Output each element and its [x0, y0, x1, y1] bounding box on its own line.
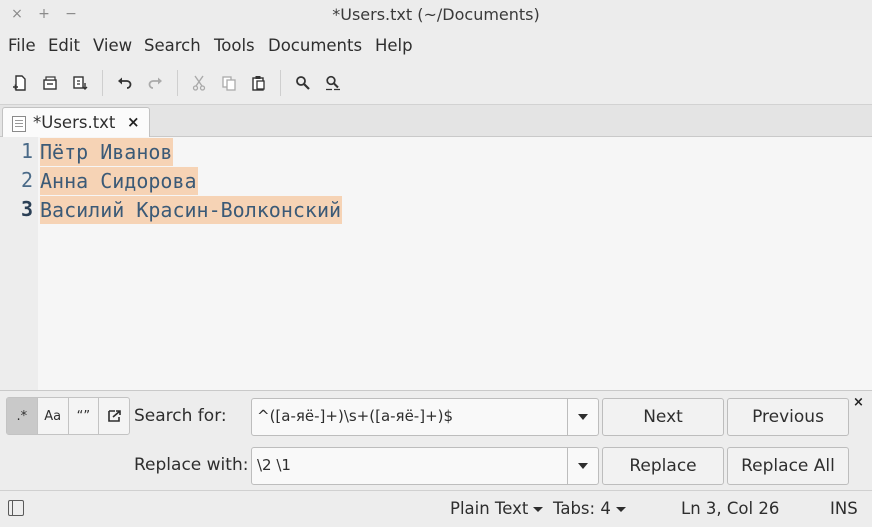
redo-icon[interactable]: [144, 72, 166, 94]
line-number-current: 3: [20, 197, 33, 221]
toolbar-separator: [102, 70, 103, 96]
replace-button[interactable]: Replace: [602, 447, 724, 485]
menu-search[interactable]: Search: [144, 36, 201, 55]
close-search-bar-icon[interactable]: ×: [853, 395, 864, 410]
code-line[interactable]: Василий Красин-Волконский: [40, 196, 343, 224]
insert-mode-indicator: INS: [830, 499, 858, 518]
search-input[interactable]: ^([а-яё-]+)\s+([а-яё-]+)$: [251, 398, 599, 436]
previous-button[interactable]: Previous: [727, 398, 849, 436]
replace-with-label: Replace with:: [134, 455, 249, 475]
toolbar: [0, 62, 872, 105]
search-replace-bar: .* Aa “” Search for: ^([а-яё-]+)\s+([а-я…: [0, 390, 872, 491]
find-icon[interactable]: [292, 72, 314, 94]
toolbar-separator: [177, 70, 178, 96]
next-button[interactable]: Next: [602, 398, 724, 436]
menu-edit[interactable]: Edit: [48, 36, 80, 55]
tab-width-selector[interactable]: Tabs: 4: [553, 499, 626, 518]
search-options: .* Aa “”: [6, 397, 130, 435]
search-history-dropdown[interactable]: [567, 399, 598, 435]
tab-bar: *Users.txt ×: [0, 105, 872, 138]
whole-word-toggle[interactable]: “”: [69, 398, 100, 434]
replace-input[interactable]: \2 \1: [251, 447, 599, 485]
chevron-down-icon: [578, 463, 588, 469]
chevron-down-icon: [533, 507, 544, 512]
cut-icon[interactable]: [188, 72, 210, 94]
code-line[interactable]: Анна Сидорова: [40, 167, 198, 195]
window-title: *Users.txt (~/Documents): [332, 5, 540, 24]
undo-icon[interactable]: [114, 72, 136, 94]
line-number-gutter: 1 2 3: [0, 137, 38, 390]
language-label: Plain Text: [450, 499, 529, 518]
cursor-position: Ln 3, Col 26: [681, 499, 780, 518]
replace-history-dropdown[interactable]: [567, 448, 598, 484]
chevron-down-icon: [615, 507, 626, 512]
new-document-icon[interactable]: [9, 72, 31, 94]
chevron-down-icon: [578, 414, 588, 420]
copy-icon[interactable]: [218, 72, 240, 94]
code-line[interactable]: Пётр Иванов: [40, 138, 174, 166]
find-and-replace-icon[interactable]: [322, 72, 344, 94]
regex-toggle[interactable]: .*: [7, 398, 38, 434]
side-pane-toggle-icon[interactable]: [8, 500, 24, 516]
menu-file[interactable]: File: [8, 36, 36, 55]
save-document-icon[interactable]: [69, 72, 91, 94]
tab-close-icon[interactable]: ×: [127, 113, 140, 131]
status-bar: Plain Text Tabs: 4 Ln 3, Col 26 INS: [0, 490, 872, 527]
text-file-icon: [12, 116, 26, 132]
language-selector[interactable]: Plain Text: [450, 499, 544, 518]
wrap-around-toggle[interactable]: [99, 398, 129, 434]
text-editor[interactable]: 1 2 3 Пётр Иванов Анна Сидорова Василий …: [0, 137, 872, 390]
wrap-around-icon: [108, 410, 121, 422]
replace-input-value: \2 \1: [257, 456, 291, 474]
search-input-value: ^([а-яё-]+)\s+([а-яё-]+)$: [257, 407, 454, 425]
line-number: 2: [20, 168, 33, 192]
tab-users-txt[interactable]: *Users.txt ×: [2, 107, 150, 138]
tab-width-label: Tabs: 4: [553, 499, 611, 518]
title-bar: × + − *Users.txt (~/Documents): [0, 0, 872, 30]
paste-icon[interactable]: [248, 72, 270, 94]
open-document-icon[interactable]: [39, 72, 61, 94]
menu-view[interactable]: View: [93, 36, 132, 55]
menu-help[interactable]: Help: [375, 36, 413, 55]
match-case-toggle[interactable]: Aa: [38, 398, 69, 434]
tab-label: *Users.txt: [33, 113, 116, 132]
menu-tools[interactable]: Tools: [214, 36, 255, 55]
menu-bar: File Edit View Search Tools Documents He…: [0, 30, 872, 62]
replace-all-button[interactable]: Replace All: [727, 447, 849, 485]
line-number: 1: [20, 139, 33, 163]
menu-documents[interactable]: Documents: [268, 36, 362, 55]
toolbar-separator: [280, 70, 281, 96]
search-for-label: Search for:: [134, 406, 227, 426]
